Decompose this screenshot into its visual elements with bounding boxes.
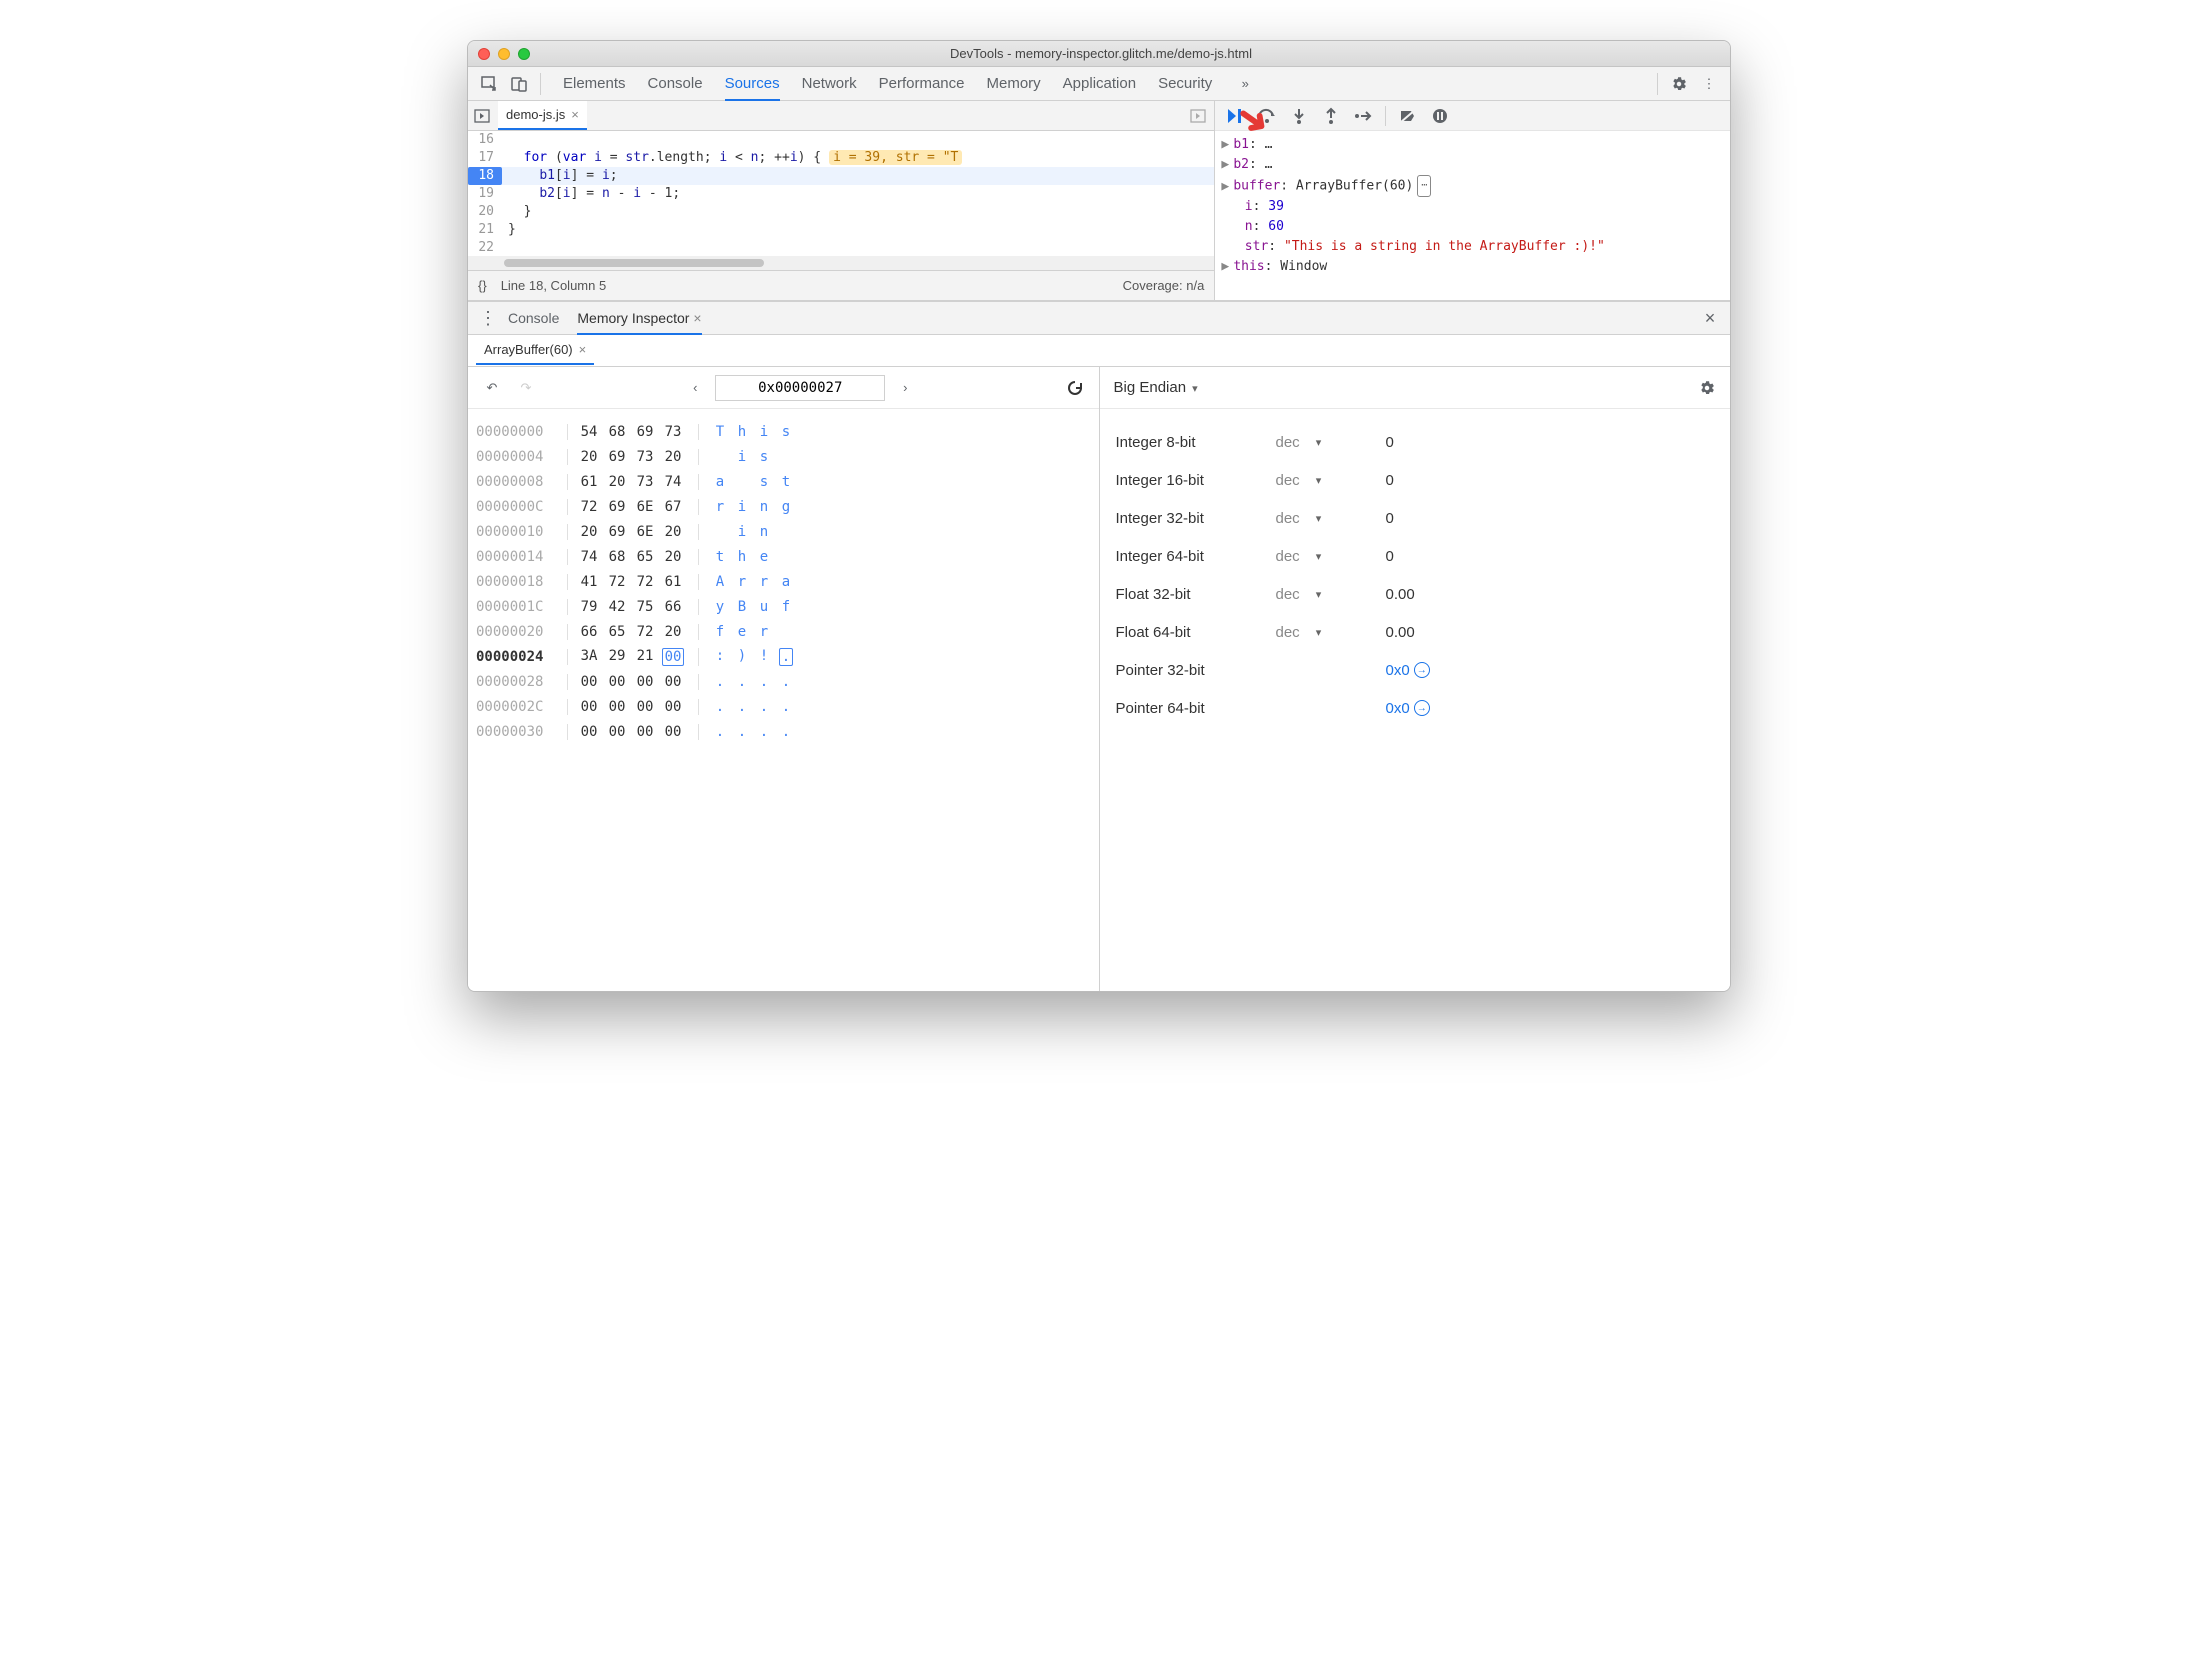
value-row: Pointer 32-bit0x0 → bbox=[1116, 651, 1715, 689]
debugger-toolbar: ➜ bbox=[1215, 101, 1730, 131]
value-row: Pointer 64-bit0x0 → bbox=[1116, 689, 1715, 727]
main-toolbar: Elements Console Sources Network Performance… bbox=[468, 67, 1730, 101]
close-drawer-icon[interactable]: × bbox=[1698, 308, 1722, 329]
debugger-pane: ➜ ▶b1: …▶b2: …▶buffer: ArrayBuffer(60)⋯ … bbox=[1215, 101, 1730, 300]
page-forward-icon[interactable]: › bbox=[891, 374, 919, 402]
minimize-window-button[interactable] bbox=[498, 48, 510, 60]
inspect-element-icon[interactable] bbox=[474, 69, 504, 99]
history-forward-icon[interactable]: ↷ bbox=[512, 374, 540, 402]
pretty-print-icon[interactable]: {} bbox=[478, 278, 487, 293]
value-row: Integer 64-bitdec▾0 bbox=[1116, 537, 1715, 575]
panel-tab-security[interactable]: Security bbox=[1158, 68, 1212, 100]
titlebar: DevTools - memory-inspector.glitch.me/de… bbox=[468, 41, 1730, 67]
drawer-header: ⋮ Console Memory Inspector × × bbox=[468, 301, 1730, 335]
kebab-menu-icon[interactable]: ⋮ bbox=[1694, 69, 1724, 99]
pointer-jump[interactable]: 0x0 → bbox=[1386, 700, 1430, 717]
address-input[interactable] bbox=[715, 375, 885, 401]
memory-inspector-tabs: ArrayBuffer(60) × bbox=[468, 335, 1730, 367]
page-back-icon[interactable]: ‹ bbox=[681, 374, 709, 402]
mode-select[interactable]: dec bbox=[1276, 510, 1300, 527]
close-icon[interactable]: × bbox=[571, 107, 579, 122]
history-back-icon[interactable]: ↶ bbox=[478, 374, 506, 402]
step-button[interactable] bbox=[1349, 103, 1377, 129]
drawer-menu-icon[interactable]: ⋮ bbox=[476, 308, 500, 329]
mode-select[interactable]: dec bbox=[1276, 472, 1300, 489]
horizontal-scrollbar[interactable] bbox=[468, 256, 1214, 270]
panel-tabs: Elements Console Sources Network Performance… bbox=[563, 68, 1212, 100]
panel-tab-elements[interactable]: Elements bbox=[563, 68, 626, 100]
traffic-lights bbox=[478, 48, 530, 60]
settings-icon[interactable] bbox=[1664, 69, 1694, 99]
cursor-position: Line 18, Column 5 bbox=[501, 278, 607, 293]
step-over-button[interactable] bbox=[1253, 103, 1281, 129]
file-tab-label: demo-js.js bbox=[506, 107, 565, 122]
mode-select[interactable]: dec bbox=[1276, 586, 1300, 603]
endian-select[interactable]: Big Endian▾ bbox=[1114, 379, 1198, 396]
value-settings-icon[interactable] bbox=[1698, 379, 1716, 397]
more-tabs-icon[interactable]: » bbox=[1230, 69, 1260, 99]
pause-on-exceptions-button[interactable] bbox=[1426, 103, 1454, 129]
file-tabs: demo-js.js × bbox=[468, 101, 1214, 131]
value-row: Float 64-bitdec▾0.00 bbox=[1116, 613, 1715, 651]
memory-tab-arraybuffer[interactable]: ArrayBuffer(60) × bbox=[476, 336, 594, 365]
value-row: Integer 8-bitdec▾0 bbox=[1116, 423, 1715, 461]
memory-tab-label: ArrayBuffer(60) bbox=[484, 342, 573, 357]
navigator-toggle-icon[interactable] bbox=[474, 108, 498, 124]
mode-select[interactable]: dec bbox=[1276, 548, 1300, 565]
snippets-run-icon[interactable] bbox=[1190, 108, 1214, 124]
value-interpreter-header: Big Endian▾ bbox=[1100, 367, 1731, 409]
value-table: Integer 8-bitdec▾0Integer 16-bitdec▾0Int… bbox=[1100, 409, 1731, 741]
panel-tab-network[interactable]: Network bbox=[802, 68, 857, 100]
close-icon[interactable]: × bbox=[579, 342, 587, 357]
memory-inspector-body: ↶ ↷ ‹ › 0000000054686973This000000042069… bbox=[468, 367, 1730, 991]
devtools-window: DevTools - memory-inspector.glitch.me/de… bbox=[467, 40, 1731, 992]
editor-status-bar: {} Line 18, Column 5 Coverage: n/a bbox=[468, 270, 1214, 300]
panel-tab-memory[interactable]: Memory bbox=[987, 68, 1041, 100]
mode-select[interactable]: dec bbox=[1276, 624, 1300, 641]
code-editor[interactable]: 1617 for (var i = str.length; i < n; ++i… bbox=[468, 131, 1214, 256]
step-into-button[interactable] bbox=[1285, 103, 1313, 129]
hex-viewer-pane: ↶ ↷ ‹ › 0000000054686973This000000042069… bbox=[468, 367, 1100, 991]
device-toolbar-icon[interactable] bbox=[504, 69, 534, 99]
drawer-tab-console[interactable]: Console bbox=[508, 303, 559, 334]
window-title: DevTools - memory-inspector.glitch.me/de… bbox=[530, 46, 1672, 61]
file-tab-demo-js[interactable]: demo-js.js × bbox=[498, 101, 587, 130]
hex-nav: ↶ ↷ ‹ › bbox=[468, 367, 1099, 409]
step-out-button[interactable] bbox=[1317, 103, 1345, 129]
hex-viewer[interactable]: 0000000054686973This0000000420697320 is … bbox=[468, 409, 1099, 991]
value-row: Float 32-bitdec▾0.00 bbox=[1116, 575, 1715, 613]
drawer-tabs: Console Memory Inspector × bbox=[508, 303, 702, 334]
code-editor-pane: demo-js.js × 1617 for (var i = str.lengt… bbox=[468, 101, 1215, 300]
panel-tab-console[interactable]: Console bbox=[648, 68, 703, 100]
value-row: Integer 32-bitdec▾0 bbox=[1116, 499, 1715, 537]
scope-variables[interactable]: ▶b1: …▶b2: …▶buffer: ArrayBuffer(60)⋯ i:… bbox=[1215, 131, 1730, 300]
pointer-jump[interactable]: 0x0 → bbox=[1386, 662, 1430, 679]
value-row: Integer 16-bitdec▾0 bbox=[1116, 461, 1715, 499]
close-window-button[interactable] bbox=[478, 48, 490, 60]
value-interpreter-pane: Big Endian▾ Integer 8-bitdec▾0Integer 16… bbox=[1100, 367, 1731, 991]
panel-tab-sources[interactable]: Sources bbox=[725, 68, 780, 101]
sources-panel: demo-js.js × 1617 for (var i = str.lengt… bbox=[468, 101, 1730, 301]
resume-button[interactable] bbox=[1221, 103, 1249, 129]
coverage-status: Coverage: n/a bbox=[1123, 278, 1205, 293]
refresh-icon[interactable] bbox=[1061, 374, 1089, 402]
mode-select[interactable]: dec bbox=[1276, 434, 1300, 451]
zoom-window-button[interactable] bbox=[518, 48, 530, 60]
panel-tab-application[interactable]: Application bbox=[1063, 68, 1136, 100]
panel-tab-performance[interactable]: Performance bbox=[879, 68, 965, 100]
deactivate-breakpoints-button[interactable] bbox=[1394, 103, 1422, 129]
drawer-tab-memory-inspector[interactable]: Memory Inspector × bbox=[577, 303, 701, 335]
